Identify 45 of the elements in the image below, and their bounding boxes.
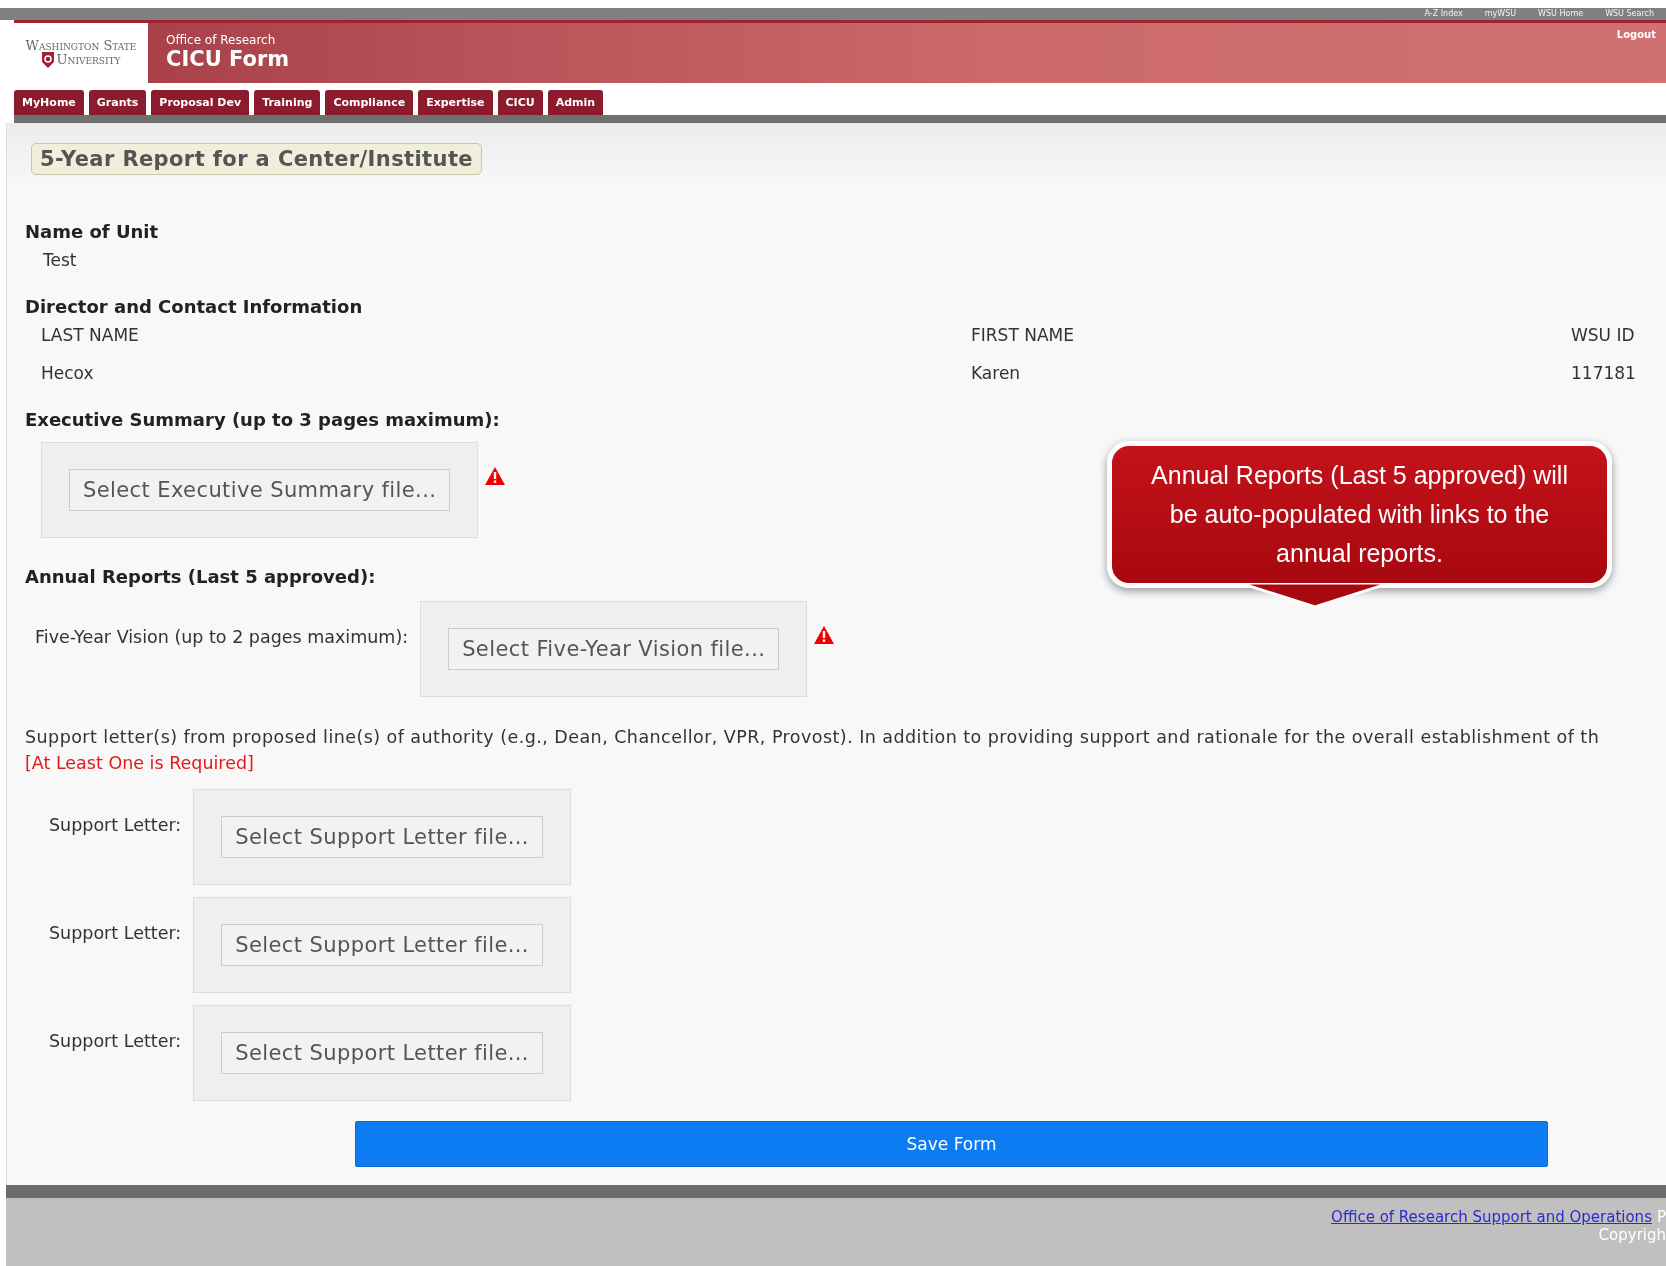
select-file-button[interactable]: Select Five-Year Vision file... — [448, 628, 780, 670]
field-label: Support Letter: — [49, 1031, 182, 1051]
column-header: WSU ID — [1571, 325, 1636, 345]
header-subtitle: Office of Research — [166, 33, 277, 47]
nav-tab[interactable]: Training — [254, 90, 321, 115]
field-label: Support Letter: — [49, 923, 182, 943]
select-file-button[interactable]: Select Support Letter file... — [221, 1032, 543, 1074]
nav-tab[interactable]: Proposal Dev — [151, 90, 250, 115]
select-file-button[interactable]: Select Executive Summary file... — [69, 469, 451, 511]
instructions-text: Support letter(s) from proposed line(s) of authority (e.g., Dean, Chancellor, VPR, Provost). In addition to providing support and rationale for the overall establishment of th — [25, 727, 1601, 747]
nav-tab[interactable]: MyHome — [14, 90, 84, 115]
header-title: CICU Form — [166, 47, 291, 71]
footer-link[interactable]: Office of Research Support and Operations — [1331, 1208, 1652, 1226]
field-label: Support Letter: — [49, 815, 182, 835]
section-heading: Annual Reports (Last 5 approved): — [25, 566, 376, 587]
select-file-button[interactable]: Select Support Letter file... — [221, 816, 543, 858]
nav-tab[interactable]: Compliance — [325, 90, 414, 115]
section-heading: Executive Summary (up to 3 pages maximum): — [25, 409, 500, 430]
nav-tab[interactable]: Expertise — [418, 90, 493, 115]
section-heading: Name of Unit — [25, 221, 159, 242]
required-note: [At Least One is Required] — [25, 753, 255, 773]
save-form-button[interactable]: Save Form — [355, 1121, 1548, 1167]
unit-name: Test — [43, 250, 78, 270]
top-link[interactable]: myWSU — [1484, 9, 1517, 19]
top-link[interactable]: A-Z Index — [1424, 9, 1463, 19]
table-cell-text: Karen — [971, 363, 1022, 383]
column-header: FIRST NAME — [971, 325, 1075, 345]
table-cell-text: Hecox — [41, 363, 95, 383]
shield-icon — [41, 51, 54, 68]
section-heading: Director and Contact Information — [25, 296, 363, 317]
copyright-text: Copyrigh — [1598, 1226, 1666, 1244]
column-header: LAST NAME — [41, 325, 140, 345]
page-title: 5-Year Report for a Center/Institute — [31, 143, 482, 175]
nav-tab[interactable]: Grants — [88, 90, 147, 115]
university-logo: Washington State University — [14, 23, 148, 83]
callout: Annual Reports (Last 5 approved) will be auto-populated with links to the annual reports. — [1107, 441, 1612, 588]
top-link[interactable]: WSU Search — [1605, 9, 1654, 19]
field-label: Five-Year Vision (up to 2 pages maximum): — [35, 627, 409, 647]
logout-link[interactable]: Logout — [1606, 23, 1666, 83]
footer-text: P — [1656, 1208, 1666, 1226]
top-link[interactable]: WSU Home — [1538, 9, 1584, 19]
table-cell-text: 117181 — [1571, 363, 1637, 383]
select-file-button[interactable]: Select Support Letter file... — [221, 924, 543, 966]
nav-tab[interactable]: Admin — [547, 90, 604, 115]
nav-tab[interactable]: CICU — [497, 90, 543, 115]
